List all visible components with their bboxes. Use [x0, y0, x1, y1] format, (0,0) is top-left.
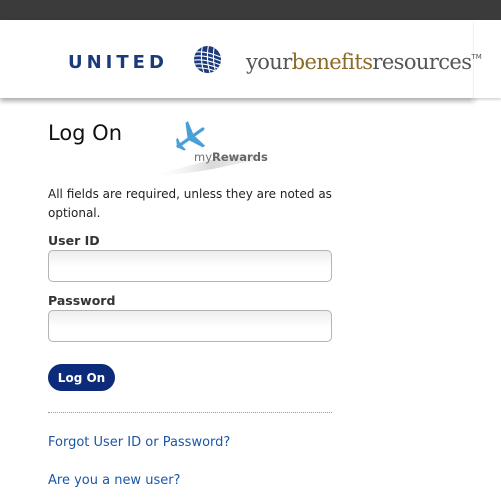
- trademark-mark: TM: [471, 53, 482, 61]
- password-label: Password: [48, 293, 116, 308]
- instructions-text: All fields are required, unless they are…: [48, 187, 332, 220]
- user-id-label: User ID: [48, 233, 100, 248]
- log-on-button[interactable]: Log On: [48, 364, 115, 391]
- myrewards-suffix: Rewards: [212, 150, 268, 164]
- benefits-logo-part1: your: [246, 50, 292, 74]
- user-id-input[interactable]: [48, 250, 332, 282]
- page-title: Log On: [48, 121, 123, 145]
- top-strip: [0, 0, 501, 20]
- page: UNITED yourbenefitsresourcesTM Log On my…: [0, 0, 501, 500]
- benefits-logo-part3: resources: [372, 50, 472, 74]
- myrewards-logo: myRewards: [194, 150, 268, 164]
- myrewards-prefix: my: [194, 150, 213, 164]
- divider: [48, 412, 332, 413]
- benefits-logo-part2: benefits: [291, 50, 373, 74]
- united-globe-icon: [194, 46, 221, 73]
- password-input[interactable]: [48, 310, 332, 342]
- benefits-logo: yourbenefitsresourcesTM: [246, 50, 482, 74]
- forgot-credentials-link[interactable]: Forgot User ID or Password?: [48, 435, 230, 450]
- new-user-link[interactable]: Are you a new user?: [48, 473, 180, 488]
- airplane-icon: [150, 121, 273, 176]
- united-logo-text: UNITED: [68, 52, 168, 73]
